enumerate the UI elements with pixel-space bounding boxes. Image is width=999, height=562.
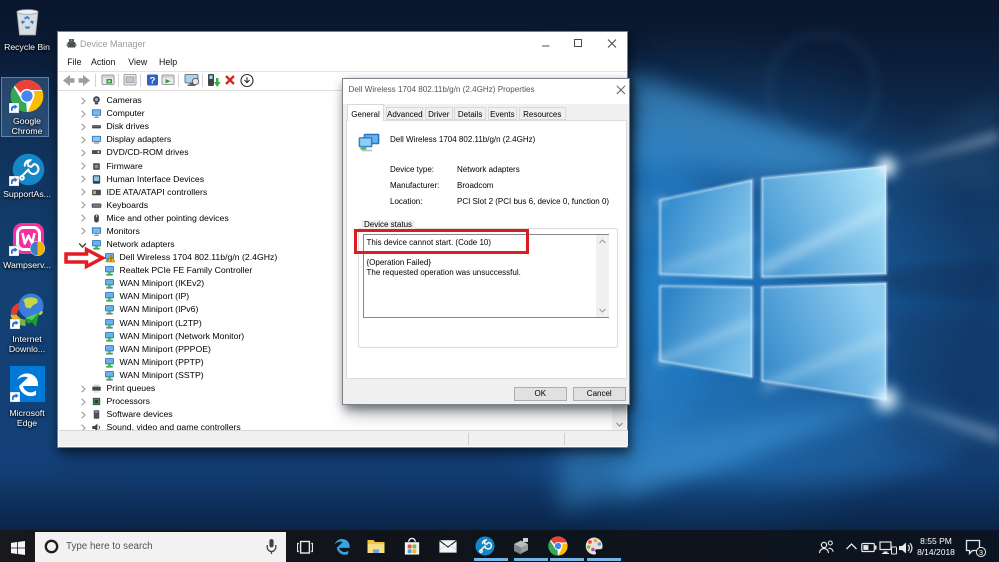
svg-text:?: ? bbox=[150, 75, 156, 86]
svg-text:3: 3 bbox=[979, 548, 983, 557]
